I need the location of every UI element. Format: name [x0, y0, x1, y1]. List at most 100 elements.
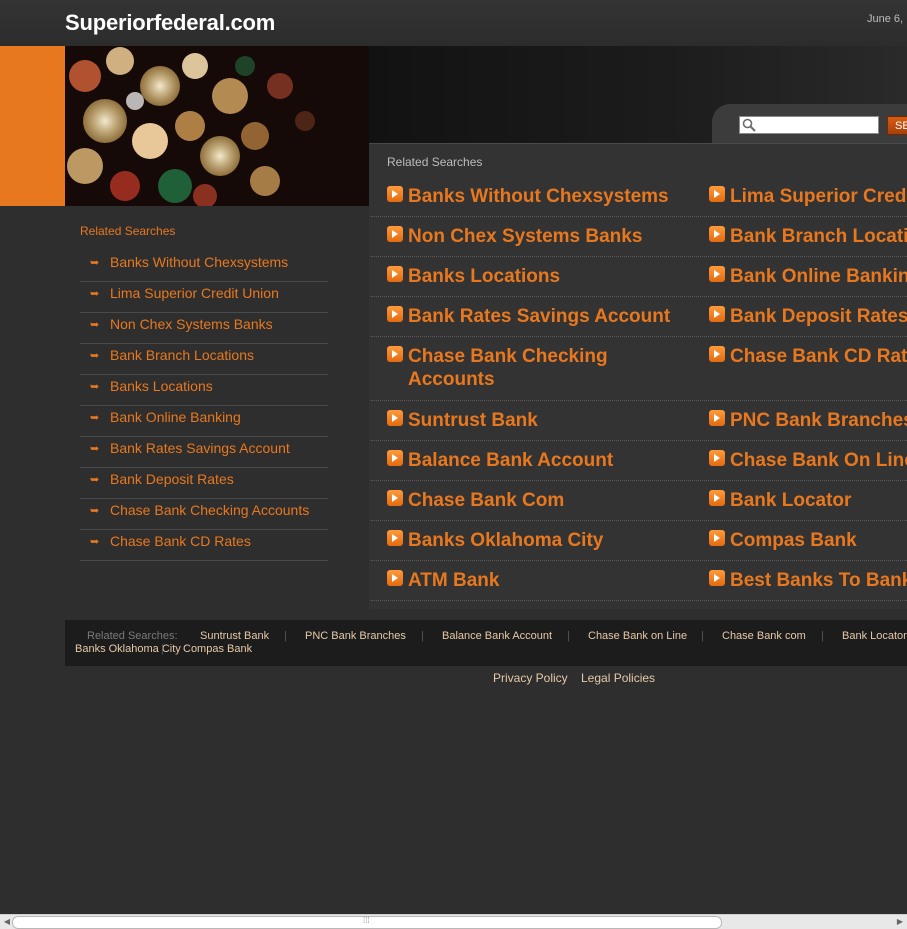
site-title[interactable]: Superiorfederal.com	[65, 10, 275, 36]
sidebar-item: ➥ Lima Superior Credit Union	[80, 282, 328, 313]
footer-separator: |	[161, 643, 164, 655]
footer-separator: |	[421, 630, 424, 642]
footer-link[interactable]: Chase Bank on Line	[588, 630, 687, 642]
sidebar-item: ➥ Non Chex Systems Banks	[80, 313, 328, 344]
related-link[interactable]: PNC Bank Branches	[730, 409, 907, 432]
related-link[interactable]: Bank Rates Savings Account	[408, 305, 670, 328]
arrow-icon: ➥	[90, 350, 100, 362]
related-link[interactable]: Best Banks To Bank With	[730, 569, 907, 592]
orange-arrow-icon	[709, 570, 725, 586]
related-link[interactable]: Chase Bank Checking Accounts	[408, 345, 678, 391]
related-link[interactable]: Non Chex Systems Banks	[408, 225, 642, 248]
orange-arrow-icon	[709, 346, 725, 362]
grid-row: Suntrust Bank PNC Bank Branches	[371, 401, 907, 441]
orange-arrow-icon	[709, 450, 725, 466]
footer-separator: |	[567, 630, 570, 642]
related-link[interactable]: Chase Bank Com	[408, 489, 564, 512]
sidebar-link[interactable]: Bank Online Banking	[110, 409, 241, 425]
orange-arrow-icon	[387, 266, 403, 282]
footer-link[interactable]: Suntrust Bank	[200, 630, 269, 642]
legal-policies-link[interactable]: Legal Policies	[581, 671, 655, 685]
orange-arrow-icon	[387, 570, 403, 586]
footer-link[interactable]: Compas Bank	[183, 643, 252, 655]
footer-link[interactable]: Banks Oklahoma City	[75, 643, 181, 655]
grid-row: Chase Bank Com Bank Locator	[371, 481, 907, 521]
footer-link[interactable]: Bank Locator	[842, 630, 907, 642]
sidebar-item: ➥ Chase Bank CD Rates	[80, 530, 328, 561]
arrow-icon: ➥	[90, 288, 100, 300]
scroll-right-arrow-icon[interactable]: ▶	[893, 915, 907, 929]
orange-arrow-icon	[709, 226, 725, 242]
related-link[interactable]: Chase Bank CD Rates	[730, 345, 907, 368]
arrow-icon: ➥	[90, 381, 100, 393]
privacy-policy-link[interactable]: Privacy Policy	[493, 671, 568, 685]
grip-icon: ⁞⁞⁞	[363, 916, 370, 925]
sidebar-link[interactable]: Bank Rates Savings Account	[110, 440, 290, 456]
footer-link[interactable]: Chase Bank com	[722, 630, 806, 642]
related-link[interactable]: Bank Online Banking	[730, 265, 907, 288]
horizontal-scrollbar[interactable]: ◀ ⁞⁞⁞ ▶	[0, 914, 907, 929]
sidebar-link[interactable]: Banks Locations	[110, 378, 213, 394]
related-link[interactable]: Suntrust Bank	[408, 409, 538, 432]
related-searches-panel: Related Searches Banks Without Chexsyste…	[369, 143, 907, 609]
bokeh-lights-image	[65, 46, 369, 206]
orange-accent-block	[0, 46, 65, 206]
footer-related-bar: Related Searches: Suntrust Bank | PNC Ba…	[65, 620, 907, 666]
arrow-icon: ➥	[90, 319, 100, 331]
search-input[interactable]	[739, 116, 879, 134]
related-link[interactable]: Balance Bank Account	[408, 449, 613, 472]
related-searches-grid: Banks Without Chexsystems Lima Superior …	[371, 177, 907, 601]
scrollbar-thumb[interactable]: ⁞⁞⁞	[12, 916, 722, 929]
orange-arrow-icon	[387, 186, 403, 202]
orange-arrow-icon	[387, 530, 403, 546]
arrow-icon: ➥	[90, 257, 100, 269]
arrow-icon: ➥	[90, 505, 100, 517]
orange-arrow-icon	[387, 346, 403, 362]
search-icon	[742, 118, 756, 132]
orange-arrow-icon	[709, 186, 725, 202]
related-link[interactable]: Bank Branch Locations	[730, 225, 907, 248]
orange-arrow-icon	[709, 306, 725, 322]
arrow-icon: ➥	[90, 474, 100, 486]
orange-arrow-icon	[387, 490, 403, 506]
sidebar-item: ➥ Bank Online Banking	[80, 406, 328, 437]
sidebar-link[interactable]: Banks Without Chexsystems	[110, 254, 288, 270]
related-link[interactable]: Compas Bank	[730, 529, 857, 552]
related-link[interactable]: Lima Superior Credit Union	[730, 185, 907, 208]
sidebar-link[interactable]: Bank Deposit Rates	[110, 471, 234, 487]
date-text: June 6,	[867, 13, 904, 25]
sidebar-item: ➥ Banks Without Chexsystems	[80, 251, 328, 282]
arrow-icon: ➥	[90, 412, 100, 424]
orange-arrow-icon	[387, 450, 403, 466]
sidebar-link[interactable]: Chase Bank Checking Accounts	[110, 502, 309, 518]
footer-link[interactable]: PNC Bank Branches	[305, 630, 406, 642]
orange-arrow-icon	[709, 490, 725, 506]
orange-arrow-icon	[709, 530, 725, 546]
sidebar-link[interactable]: Lima Superior Credit Union	[110, 285, 279, 301]
related-link[interactable]: Bank Locator	[730, 489, 851, 512]
sidebar-item: ➥ Banks Locations	[80, 375, 328, 406]
footer-label: Related Searches:	[87, 630, 178, 642]
sidebar-link[interactable]: Non Chex Systems Banks	[110, 316, 273, 332]
footer-link[interactable]: Balance Bank Account	[442, 630, 552, 642]
related-link[interactable]: Bank Deposit Rates	[730, 305, 907, 328]
related-link[interactable]: Banks Oklahoma City	[408, 529, 603, 552]
related-link[interactable]: ATM Bank	[408, 569, 499, 592]
arrow-icon: ➥	[90, 536, 100, 548]
related-link[interactable]: Banks Without Chexsystems	[408, 185, 669, 208]
arrow-icon: ➥	[90, 443, 100, 455]
related-link[interactable]: Chase Bank On Line	[730, 449, 907, 472]
grid-row: Banks Locations Bank Online Banking	[371, 257, 907, 297]
related-link[interactable]: Banks Locations	[408, 265, 560, 288]
sidebar: Related Searches ➥ Banks Without Chexsyst…	[80, 224, 328, 561]
search-button[interactable]: SEARCH	[887, 116, 907, 135]
sidebar-heading: Related Searches	[80, 224, 176, 238]
grid-row: Chase Bank Checking Accounts Chase Bank …	[371, 337, 907, 401]
grid-row: Bank Rates Savings Account Bank Deposit …	[371, 297, 907, 337]
sidebar-link[interactable]: Chase Bank CD Rates	[110, 533, 251, 549]
orange-arrow-icon	[387, 226, 403, 242]
grid-row: Banks Oklahoma City Compas Bank	[371, 521, 907, 561]
top-bar: Superiorfederal.com June 6,	[0, 0, 907, 47]
sidebar-link[interactable]: Bank Branch Locations	[110, 347, 254, 363]
orange-arrow-icon	[387, 306, 403, 322]
